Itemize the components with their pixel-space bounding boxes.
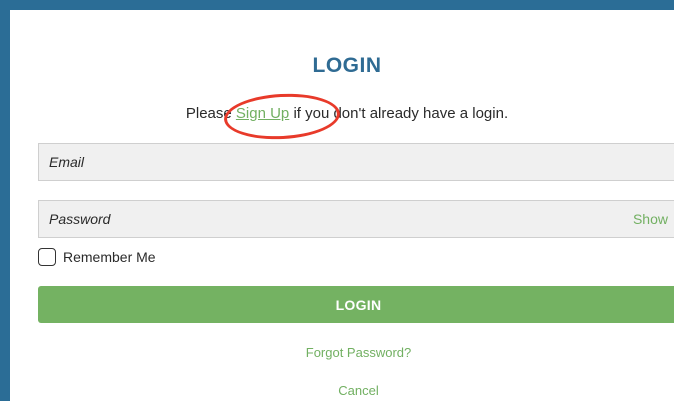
page-title: LOGIN [312, 54, 382, 77]
password-input[interactable] [39, 201, 674, 237]
email-field-wrapper [38, 143, 674, 181]
cancel-link[interactable]: Cancel [38, 383, 674, 398]
email-input[interactable] [39, 144, 674, 180]
login-panel: LOGIN Please Sign Up if you don't alread… [0, 0, 674, 401]
forgot-password-link[interactable]: Forgot Password? [38, 345, 674, 360]
show-password-toggle[interactable]: Show [633, 211, 668, 227]
password-field-wrapper: Show [38, 200, 674, 238]
login-button[interactable]: LOGIN [38, 286, 674, 323]
remember-me-row: Remember Me [38, 247, 156, 267]
red-highlight-circle [222, 90, 342, 143]
signup-prompt: Please Sign Up if you don't already have… [20, 105, 674, 122]
remember-me-label: Remember Me [63, 249, 156, 265]
remember-me-checkbox[interactable] [38, 248, 56, 266]
